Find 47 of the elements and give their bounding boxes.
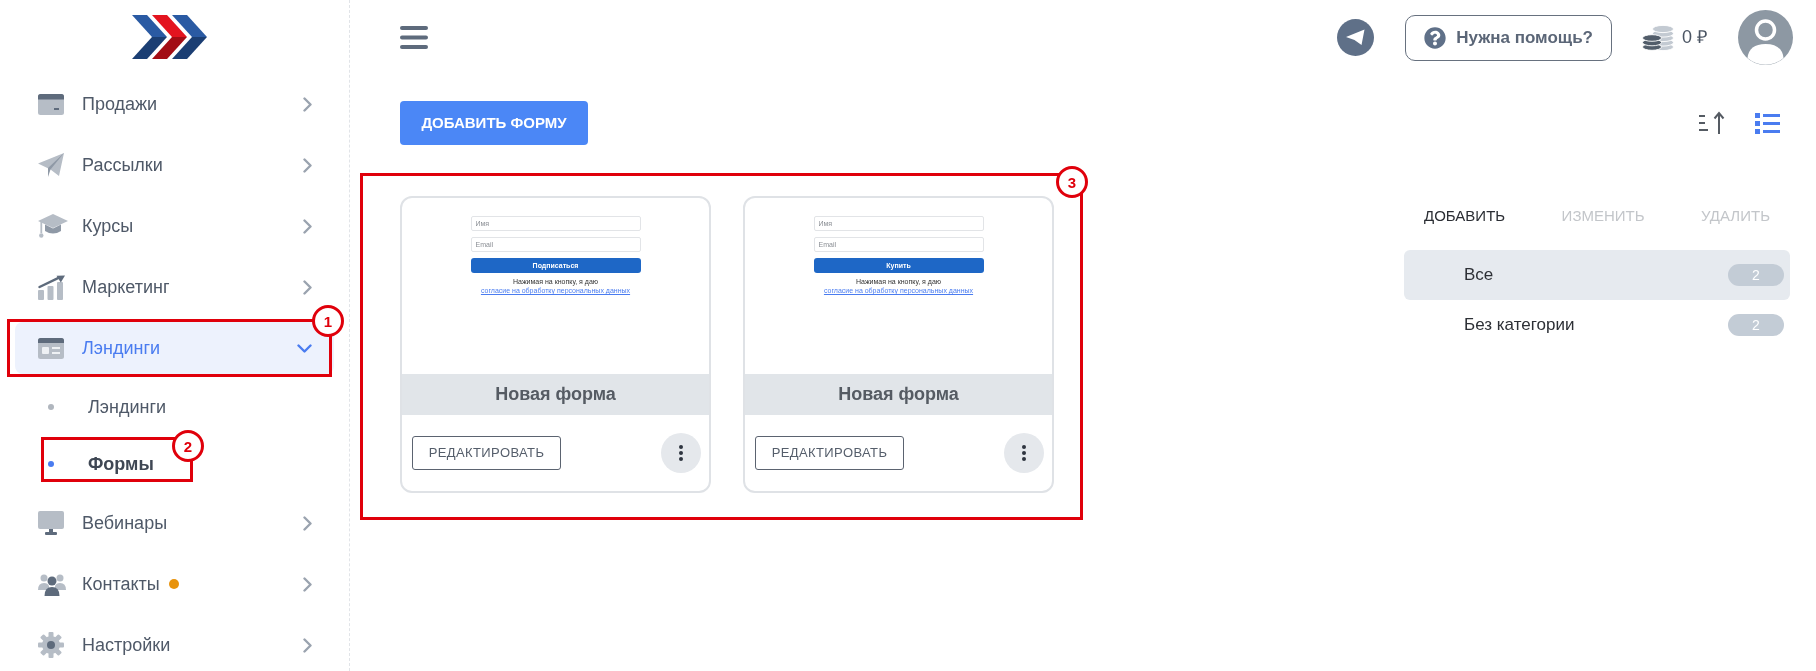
browser-window-icon <box>38 337 64 359</box>
sidebar-item[interactable]: Настройки <box>15 619 334 671</box>
sidebar-item[interactable]: Рассылки <box>15 139 334 191</box>
more-button[interactable] <box>661 433 701 473</box>
sort-ascending-icon <box>1699 111 1726 135</box>
step-marker: 1 <box>312 305 344 337</box>
coins-icon <box>1642 24 1674 51</box>
sidebar-item[interactable]: Вебинары <box>15 497 334 549</box>
edit-button[interactable]: РЕДАКТИРОВАТЬ <box>412 436 561 470</box>
step-marker: 3 <box>1056 166 1088 198</box>
avatar-icon[interactable] <box>1738 10 1793 65</box>
sidebar-subitem[interactable]: Лэндинги <box>48 393 167 421</box>
sidebar-item[interactable]: Курсы <box>15 200 334 252</box>
bullet-icon <box>48 404 54 410</box>
paper-plane-icon <box>38 153 64 177</box>
sort-button[interactable] <box>1699 111 1726 135</box>
category-item[interactable]: Без категории 2 <box>1404 300 1790 350</box>
step-marker: 2 <box>172 430 204 462</box>
sidebar-subitem[interactable]: Формы <box>48 450 154 478</box>
monitor-icon <box>38 511 64 535</box>
gear-icon <box>38 632 64 658</box>
card-title: Новая форма <box>402 374 709 415</box>
chevrons-logo[interactable] <box>132 15 207 59</box>
menu-icon <box>400 26 428 49</box>
help-icon <box>1424 26 1447 49</box>
menu-button[interactable] <box>400 26 428 49</box>
list-icon <box>1755 112 1780 134</box>
more-icon <box>679 445 683 461</box>
more-icon <box>1022 445 1026 461</box>
bar-chart-icon <box>38 274 65 300</box>
category-item[interactable]: Все 2 <box>1404 250 1790 300</box>
card-title: Новая форма <box>745 374 1052 415</box>
paper-plane-icon[interactable] <box>1337 19 1375 56</box>
help-button[interactable]: Нужна помощь? <box>1405 14 1612 61</box>
more-button[interactable] <box>1004 433 1044 473</box>
category-action[interactable]: ДОБАВИТЬ <box>1424 204 1506 228</box>
bullet-icon <box>48 461 54 467</box>
count-badge: 2 <box>1728 264 1784 286</box>
credit-card-icon <box>38 93 64 115</box>
sidebar-item[interactable]: Продажи <box>15 78 334 130</box>
sidebar-item[interactable]: Контакты <box>15 558 334 610</box>
edit-button[interactable]: РЕДАКТИРОВАТЬ <box>755 436 904 470</box>
graduation-cap-icon <box>38 214 68 238</box>
count-badge: 2 <box>1728 314 1784 336</box>
balance-amount[interactable]: 0 ₽ <box>1682 24 1707 51</box>
people-icon <box>38 572 66 596</box>
list-view-button[interactable] <box>1755 112 1780 134</box>
